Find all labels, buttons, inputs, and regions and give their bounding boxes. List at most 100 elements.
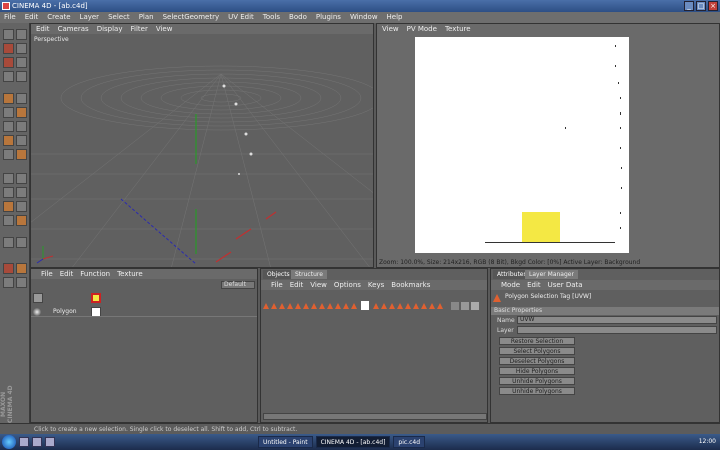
menu-tools[interactable]: Tools <box>263 12 280 23</box>
model-mode-icon[interactable] <box>16 121 27 132</box>
om-menu-texture[interactable]: Texture <box>117 269 143 279</box>
menu-layer[interactable]: Layer <box>80 12 100 23</box>
basic-properties-header[interactable]: Basic Properties <box>491 307 719 315</box>
material-tag-icon[interactable] <box>91 293 101 303</box>
tab-objects[interactable]: Objects <box>263 270 294 279</box>
attr-menu-mode[interactable]: Mode <box>501 280 520 290</box>
tl-menu-keys[interactable]: Keys <box>368 280 384 290</box>
minimize-button[interactable]: _ <box>684 1 694 11</box>
magnet-icon[interactable] <box>3 149 14 160</box>
viewport-menu-view[interactable]: View <box>156 24 173 34</box>
start-button[interactable] <box>2 435 16 449</box>
unhide-polygons-button[interactable]: Unhide Polygons <box>499 377 575 385</box>
snapping-icon[interactable] <box>16 237 27 248</box>
keyframe-track[interactable] <box>263 301 487 311</box>
uv-polygons-icon[interactable] <box>16 187 27 198</box>
viewport-menu-edit[interactable]: Edit <box>36 24 50 34</box>
attr-menu-userdata[interactable]: User Data <box>548 280 583 290</box>
menu-window[interactable]: Window <box>350 12 378 23</box>
grid-icon[interactable] <box>3 173 14 184</box>
brush-icon[interactable] <box>16 135 27 146</box>
hide-polygons-button[interactable]: Hide Polygons <box>499 367 575 375</box>
viewport-menu: Edit Cameras Display Filter View <box>31 24 373 34</box>
keyframe-icon[interactable] <box>3 277 14 288</box>
viewport-menu-display[interactable]: Display <box>97 24 123 34</box>
pv-menu-texture[interactable]: Texture <box>445 24 471 34</box>
viewport-grid <box>31 65 373 267</box>
autokey-icon[interactable] <box>16 277 27 288</box>
tab-layer-manager[interactable]: Layer Manager <box>525 270 578 279</box>
menu-edit[interactable]: Edit <box>25 12 39 23</box>
om-menu-edit[interactable]: Edit <box>60 269 74 279</box>
knife-icon[interactable] <box>3 135 14 146</box>
uv-points-icon[interactable] <box>3 187 14 198</box>
deselect-polygons-button[interactable]: Deselect Polygons <box>499 357 575 365</box>
maximize-button[interactable]: □ <box>696 1 706 11</box>
pv-menu-view[interactable]: View <box>382 24 399 34</box>
rotate-icon[interactable] <box>16 57 27 68</box>
quicklaunch-media-icon[interactable] <box>45 437 55 447</box>
texture-canvas[interactable] <box>415 37 629 253</box>
timeline-scrollbar[interactable] <box>263 413 487 420</box>
rec-icon[interactable] <box>16 263 27 274</box>
x-axis-icon[interactable] <box>3 71 14 82</box>
menu-bodo[interactable]: Bodo <box>289 12 307 23</box>
app-icon <box>2 2 10 10</box>
pv-menu-mode[interactable]: PV Mode <box>407 24 437 34</box>
rect-select-icon[interactable] <box>3 93 14 104</box>
menu-selectgeometry[interactable]: SelectGeometry <box>163 12 220 23</box>
menu-help[interactable]: Help <box>387 12 403 23</box>
locked-icon[interactable] <box>3 263 14 274</box>
menu-plugins[interactable]: Plugins <box>316 12 341 23</box>
render-icon[interactable] <box>3 215 14 226</box>
taskbar-item-pic[interactable]: pic.c4d <box>393 436 426 448</box>
tl-menu-edit[interactable]: Edit <box>290 280 304 290</box>
tl-menu-view[interactable]: View <box>310 280 327 290</box>
menu-file[interactable]: File <box>4 12 16 23</box>
live-select-icon[interactable] <box>3 43 14 54</box>
layer-field[interactable] <box>517 326 717 334</box>
tl-menu-file[interactable]: File <box>271 280 283 290</box>
polygons-mode-icon[interactable] <box>3 121 14 132</box>
edges-mode-icon[interactable] <box>16 107 27 118</box>
layout-icon[interactable] <box>3 237 14 248</box>
object-name[interactable]: Polygon <box>53 308 77 315</box>
menu-create[interactable]: Create <box>47 12 70 23</box>
viewport-menu-filter[interactable]: Filter <box>131 24 148 34</box>
workplane-icon[interactable] <box>16 201 27 212</box>
menu-plan[interactable]: Plan <box>139 12 154 23</box>
points-mode-icon[interactable] <box>3 107 14 118</box>
texture-icon[interactable] <box>16 173 27 184</box>
quicklaunch-explorer-icon[interactable] <box>32 437 42 447</box>
unhide-polygons-button-2[interactable]: Unhide Polygons <box>499 387 575 395</box>
object-manager: File Edit Function Texture Default Polyg… <box>30 268 258 423</box>
redo-icon[interactable] <box>16 29 27 40</box>
move-icon[interactable] <box>16 43 27 54</box>
om-menu-function[interactable]: Function <box>80 269 110 279</box>
object-axis-icon[interactable] <box>3 201 14 212</box>
perspective-viewport[interactable]: Edit Cameras Display Filter View Perspec… <box>30 23 374 268</box>
restore-selection-button[interactable]: Restore Selection <box>499 337 575 345</box>
mode-dropdown[interactable]: Default <box>221 281 255 289</box>
taskbar-item-paint[interactable]: Untitled - Paint <box>258 436 313 448</box>
name-field[interactable]: UVW <box>517 316 717 324</box>
attr-menu-edit[interactable]: Edit <box>527 280 541 290</box>
tab-structure[interactable]: Structure <box>291 270 327 279</box>
menu-uvedit[interactable]: UV Edit <box>228 12 254 23</box>
taskbar-item-cinema4d[interactable]: CINEMA 4D - [ab.c4d] <box>315 436 391 448</box>
viewport-menu-cameras[interactable]: Cameras <box>58 24 89 34</box>
quicklaunch-ie-icon[interactable] <box>19 437 29 447</box>
undo-icon[interactable] <box>3 29 14 40</box>
menu-select[interactable]: Select <box>108 12 130 23</box>
select-polygons-button[interactable]: Select Polygons <box>499 347 575 355</box>
scale-icon[interactable] <box>3 57 14 68</box>
y-axis-icon[interactable] <box>16 71 27 82</box>
tl-menu-options[interactable]: Options <box>334 280 361 290</box>
render-view-icon[interactable] <box>16 215 27 226</box>
om-menu-file[interactable]: File <box>41 269 53 279</box>
tl-menu-bookmarks[interactable]: Bookmarks <box>391 280 430 290</box>
extrude-icon[interactable] <box>16 149 27 160</box>
lasso-icon[interactable] <box>16 93 27 104</box>
window-title: CINEMA 4D - [ab.c4d] <box>12 2 88 10</box>
close-button[interactable]: × <box>708 1 718 11</box>
